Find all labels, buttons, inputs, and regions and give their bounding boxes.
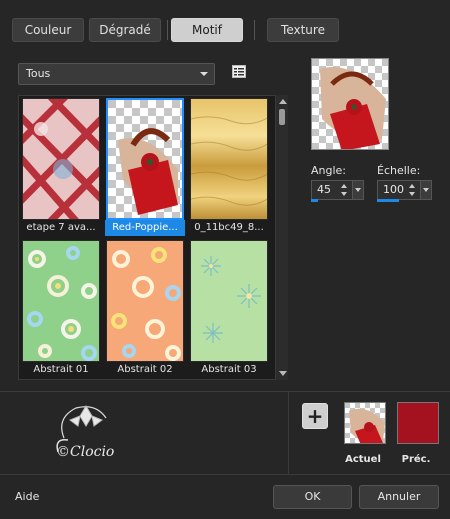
tab-separator — [167, 20, 168, 40]
stepper-arrows-icon[interactable] — [339, 181, 351, 199]
signature-logo: ©Clocio — [56, 405, 114, 460]
tab-texture[interactable]: Texture — [267, 18, 339, 42]
chevron-down-icon[interactable] — [420, 181, 431, 199]
pattern-caption: 0_11bc49_8... — [194, 222, 264, 233]
stepper-arrows-icon[interactable] — [407, 181, 419, 199]
scroll-up-icon[interactable] — [279, 99, 287, 104]
category-select-value: Tous — [26, 67, 51, 80]
pattern-thumbnail — [22, 98, 100, 220]
pattern-item[interactable]: 0_11bc49_8... — [189, 98, 269, 236]
current-swatch[interactable] — [344, 402, 386, 444]
pattern-item[interactable]: Abstrait 01 — [21, 240, 101, 378]
list-view-icon[interactable] — [232, 65, 246, 78]
scale-slider-fill[interactable] — [377, 199, 399, 202]
angle-slider-fill[interactable] — [311, 199, 318, 202]
pattern-caption: Abstrait 01 — [33, 364, 89, 375]
previous-label: Préc. — [401, 454, 431, 465]
scale-value: 100 — [383, 183, 404, 196]
previous-swatch[interactable] — [397, 402, 439, 444]
pattern-caption: etape 7 ava... — [26, 222, 96, 233]
pattern-thumbnail — [106, 98, 184, 220]
gallery-scrollbar[interactable] — [275, 95, 288, 380]
category-select[interactable]: Tous — [18, 63, 215, 85]
angle-label: Angle: — [311, 164, 347, 177]
pattern-preview — [311, 58, 389, 150]
pattern-caption: Abstrait 02 — [117, 364, 173, 375]
pattern-caption: Abstrait 03 — [201, 364, 257, 375]
ok-button[interactable]: OK — [273, 485, 352, 509]
gallery-bottom — [19, 378, 287, 379]
chevron-down-icon — [200, 72, 208, 76]
pattern-thumbnail — [190, 240, 268, 362]
pattern-thumbnail — [106, 240, 184, 362]
pattern-thumbnail — [22, 240, 100, 362]
scroll-down-icon[interactable] — [279, 371, 287, 376]
tab-couleur[interactable]: Couleur — [12, 18, 84, 42]
scale-spinner[interactable]: 100 — [377, 180, 432, 200]
section-divider — [0, 391, 450, 392]
pattern-gallery: etape 7 ava... Red-Poppie... 0_11bc49_8.… — [18, 95, 288, 380]
pattern-item[interactable]: etape 7 ava... — [21, 98, 101, 236]
tab-separator — [254, 20, 255, 40]
vertical-divider — [288, 392, 289, 474]
tab-degrade[interactable]: Dégradé — [89, 18, 161, 42]
tab-motif[interactable]: Motif — [171, 18, 243, 42]
pattern-item[interactable]: Red-Poppie... — [105, 98, 185, 236]
add-pattern-button[interactable]: + — [302, 403, 328, 429]
angle-spinner[interactable]: 45 — [311, 180, 364, 200]
cancel-button[interactable]: Annuler — [359, 485, 439, 509]
pattern-thumbnail — [190, 98, 268, 220]
scale-label: Échelle: — [377, 164, 421, 177]
pattern-item[interactable]: Abstrait 02 — [105, 240, 185, 378]
current-label: Actuel — [345, 454, 381, 465]
svg-text:©Clocio: ©Clocio — [56, 444, 114, 460]
pattern-item[interactable]: Abstrait 03 — [189, 240, 269, 378]
chevron-down-icon[interactable] — [352, 181, 363, 199]
footer-divider — [0, 474, 450, 475]
help-link[interactable]: Aide — [15, 490, 39, 503]
scroll-thumb[interactable] — [279, 109, 285, 125]
pattern-caption: Red-Poppie... — [105, 220, 185, 236]
angle-value: 45 — [317, 183, 331, 196]
